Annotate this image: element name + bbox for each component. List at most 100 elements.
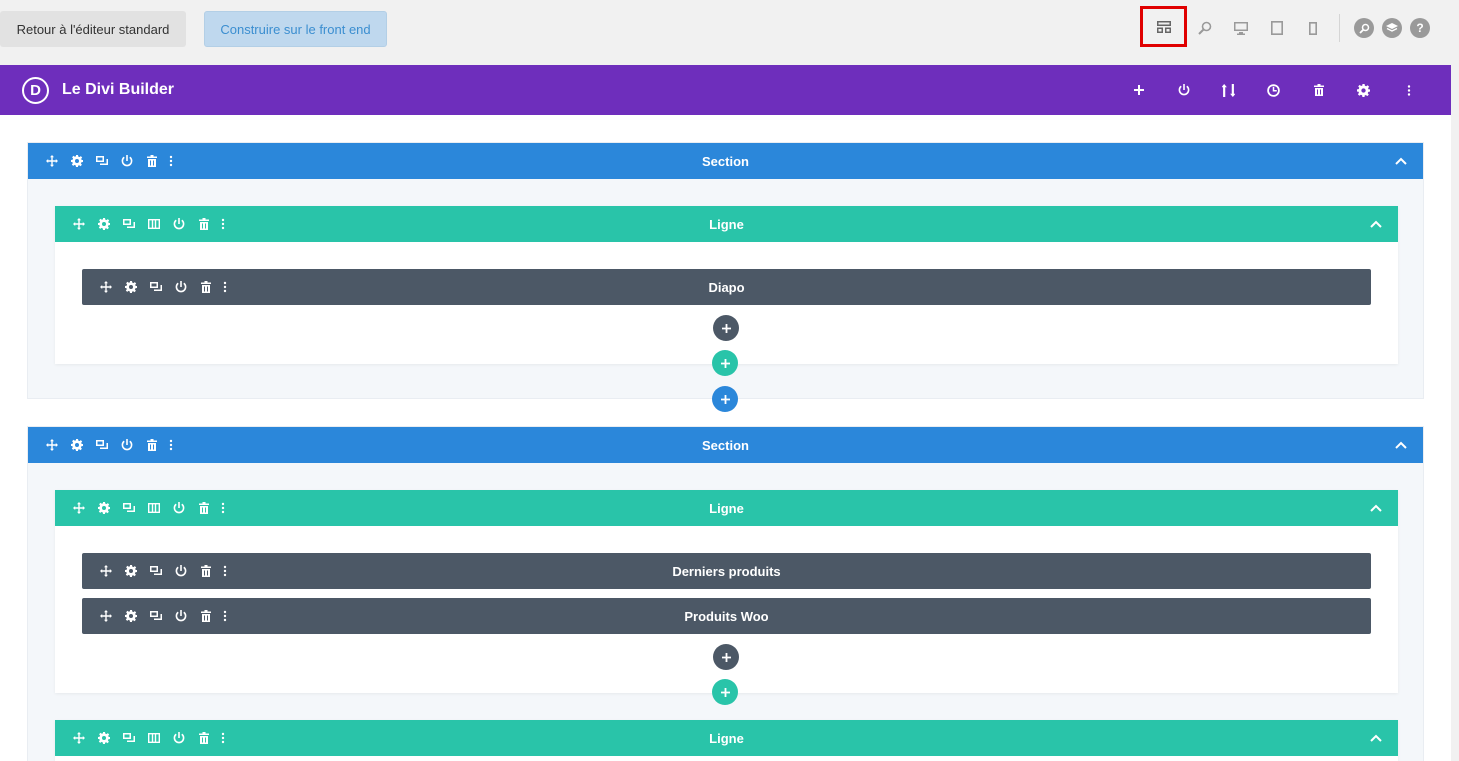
more-icon[interactable] <box>164 143 178 179</box>
add-module-button[interactable] <box>713 315 739 341</box>
more-icon[interactable] <box>216 720 230 756</box>
trash-icon[interactable] <box>139 143 164 179</box>
add-section-button[interactable] <box>712 386 738 412</box>
row-bar[interactable]: Ligne <box>55 490 1398 526</box>
duplicate-icon[interactable] <box>116 720 141 756</box>
columns-icon[interactable] <box>141 206 166 242</box>
tablet-icon[interactable] <box>1259 12 1295 44</box>
trash-icon[interactable] <box>191 490 216 526</box>
phone-icon[interactable] <box>1295 12 1331 44</box>
layers-icon[interactable] <box>1382 18 1402 38</box>
move-icon[interactable] <box>66 720 91 756</box>
divi-builder: D Le Divi Builder Section Ligne Diapo Se… <box>0 65 1451 761</box>
section-bar[interactable]: Section <box>28 427 1423 463</box>
help-icon[interactable]: ? <box>1410 18 1430 38</box>
module-tools <box>82 269 232 305</box>
save-icon[interactable] <box>114 143 139 179</box>
row-tools <box>55 206 230 242</box>
row-2: Ligne Derniers produits Produits Woo <box>55 490 1398 693</box>
columns-icon[interactable] <box>141 490 166 526</box>
trash-icon[interactable] <box>191 206 216 242</box>
gear-icon[interactable] <box>118 269 143 305</box>
gear-icon[interactable] <box>64 427 89 463</box>
more-icon[interactable] <box>218 553 232 589</box>
move-icon[interactable] <box>39 427 64 463</box>
move-icon[interactable] <box>39 143 64 179</box>
save-icon[interactable] <box>166 490 191 526</box>
module-tools <box>82 553 232 589</box>
row-bar[interactable]: Ligne <box>55 206 1398 242</box>
more-icon[interactable] <box>216 490 230 526</box>
chevron-up-icon[interactable] <box>1366 490 1386 526</box>
module-derniers-produits[interactable]: Derniers produits <box>82 553 1371 589</box>
help-glyph: ? <box>1416 21 1424 35</box>
trash-icon[interactable] <box>193 269 218 305</box>
save-icon[interactable] <box>114 427 139 463</box>
chevron-up-icon[interactable] <box>1366 206 1386 242</box>
move-icon[interactable] <box>93 269 118 305</box>
section-bar[interactable]: Section <box>28 143 1423 179</box>
zoom-icon[interactable] <box>1187 12 1223 44</box>
move-icon[interactable] <box>66 490 91 526</box>
trash-icon[interactable] <box>1296 65 1341 115</box>
desktop-icon[interactable] <box>1223 12 1259 44</box>
gear-icon[interactable] <box>118 598 143 634</box>
duplicate-icon[interactable] <box>143 598 168 634</box>
frontend-builder-button[interactable]: Construire sur le front end <box>204 11 387 47</box>
more-icon[interactable] <box>218 598 232 634</box>
layout-icon[interactable] <box>1140 6 1187 47</box>
chevron-up-icon[interactable] <box>1391 143 1411 179</box>
gear-icon[interactable] <box>91 490 116 526</box>
more-options-icon[interactable] <box>1386 65 1431 115</box>
history-icon[interactable] <box>1251 65 1296 115</box>
save-icon[interactable] <box>168 598 193 634</box>
more-icon[interactable] <box>164 427 178 463</box>
add-row-button[interactable] <box>712 350 738 376</box>
more-icon[interactable] <box>218 269 232 305</box>
add-row-button[interactable] <box>712 679 738 705</box>
save-icon[interactable] <box>168 269 193 305</box>
settings-icon[interactable] <box>1341 65 1386 115</box>
standard-editor-button[interactable]: Retour à l'éditeur standard <box>0 11 186 47</box>
add-layout-icon[interactable] <box>1116 65 1161 115</box>
gear-icon[interactable] <box>91 206 116 242</box>
trash-icon[interactable] <box>191 720 216 756</box>
trash-icon[interactable] <box>193 598 218 634</box>
gear-icon[interactable] <box>118 553 143 589</box>
columns-icon[interactable] <box>141 720 166 756</box>
more-icon[interactable] <box>216 206 230 242</box>
chevron-up-icon[interactable] <box>1391 427 1411 463</box>
trash-icon[interactable] <box>193 553 218 589</box>
search-icon[interactable] <box>1354 18 1374 38</box>
module-label: Derniers produits <box>672 563 781 579</box>
save-icon[interactable] <box>166 206 191 242</box>
duplicate-icon[interactable] <box>89 143 114 179</box>
duplicate-icon[interactable] <box>143 269 168 305</box>
row-tools <box>55 720 230 756</box>
gear-icon[interactable] <box>91 720 116 756</box>
chevron-up-icon[interactable] <box>1366 720 1386 756</box>
row-label: Ligne <box>709 730 744 746</box>
move-icon[interactable] <box>93 553 118 589</box>
row-bar[interactable]: Ligne <box>55 720 1398 756</box>
save-icon[interactable] <box>166 720 191 756</box>
move-icon[interactable] <box>66 206 91 242</box>
save-icon[interactable] <box>168 553 193 589</box>
row-label: Ligne <box>709 500 744 516</box>
duplicate-icon[interactable] <box>89 427 114 463</box>
module-tools <box>82 598 232 634</box>
divi-logo: D <box>22 76 49 104</box>
module-produits-woo[interactable]: Produits Woo <box>82 598 1371 634</box>
view-mode-toolbar: ? <box>1140 6 1434 47</box>
save-library-icon[interactable] <box>1161 65 1206 115</box>
duplicate-icon[interactable] <box>116 490 141 526</box>
sort-icon[interactable] <box>1206 65 1251 115</box>
duplicate-icon[interactable] <box>143 553 168 589</box>
move-icon[interactable] <box>93 598 118 634</box>
gear-icon[interactable] <box>64 143 89 179</box>
add-module-button[interactable] <box>713 644 739 670</box>
module-diapo[interactable]: Diapo <box>82 269 1371 305</box>
duplicate-icon[interactable] <box>116 206 141 242</box>
trash-icon[interactable] <box>139 427 164 463</box>
section-1: Section Ligne Diapo <box>27 142 1424 412</box>
